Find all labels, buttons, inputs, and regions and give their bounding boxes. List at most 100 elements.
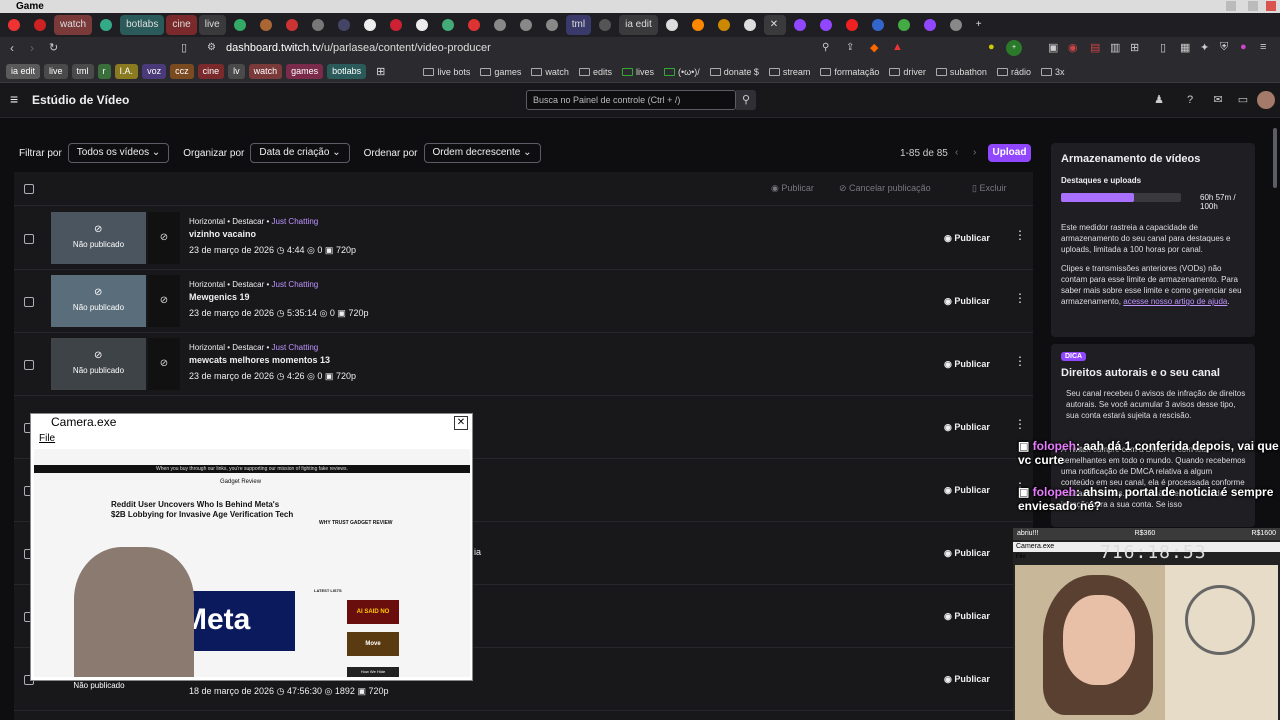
tab-icon-10[interactable] bbox=[384, 15, 408, 35]
publish-button[interactable]: ◉ Publicar bbox=[944, 417, 1002, 437]
tab-icon-17[interactable] bbox=[593, 15, 617, 35]
search-icon[interactable]: ⚲ bbox=[736, 90, 756, 110]
visibility-toggle-icon[interactable]: ⊘ bbox=[148, 338, 180, 390]
tab-icon-15[interactable] bbox=[514, 15, 538, 35]
help-icon[interactable]: ? bbox=[1183, 93, 1197, 107]
bookmark-chip[interactable]: lv bbox=[228, 64, 245, 79]
bookmark-icon[interactable]: ▯ bbox=[181, 41, 187, 54]
bookmark-chip[interactable]: voz bbox=[142, 64, 167, 79]
row-checkbox[interactable] bbox=[24, 360, 34, 370]
extension-icon-5[interactable]: ▤ bbox=[1090, 41, 1100, 54]
bookmark-chip[interactable]: botlabs bbox=[327, 64, 367, 79]
table-row[interactable]: ⊘ Não publicado ⊘ Horizontal • Destacar •… bbox=[14, 207, 1033, 270]
row-checkbox[interactable] bbox=[24, 297, 34, 307]
bookmark-chip[interactable]: live bbox=[44, 64, 68, 79]
publish-button[interactable]: ◉ Publicar bbox=[944, 543, 1002, 563]
tab-ia-edit[interactable]: ia edit bbox=[619, 15, 658, 35]
bookmark-chip[interactable]: ia edit bbox=[6, 64, 41, 79]
close-icon[interactable] bbox=[1266, 1, 1276, 11]
scrollbar[interactable] bbox=[1271, 118, 1279, 720]
category-link[interactable]: Just Chatting bbox=[272, 280, 319, 289]
tab-icon-3[interactable] bbox=[94, 15, 118, 35]
tab-icon-12[interactable] bbox=[436, 15, 460, 35]
rewards-icon[interactable]: ▲ bbox=[892, 41, 903, 53]
bulk-publish-button[interactable]: ◉ Publicar bbox=[771, 183, 814, 194]
order-select[interactable]: Ordem decrescente ⌄ bbox=[423, 143, 541, 163]
table-row[interactable]: ⊘ Não publicado ⊘ Horizontal • Destacar •… bbox=[14, 270, 1033, 333]
bookmark-folder[interactable]: driver bbox=[889, 67, 926, 77]
back-icon[interactable]: ‹ bbox=[10, 41, 14, 55]
more-options-icon[interactable]: ⋮ bbox=[1014, 228, 1026, 242]
maximize-icon[interactable] bbox=[1248, 1, 1258, 11]
bookmark-chip[interactable]: tml bbox=[71, 64, 94, 79]
file-menu[interactable]: File bbox=[39, 433, 55, 444]
close-icon[interactable]: ✕ bbox=[454, 416, 468, 430]
tab-icon-14[interactable] bbox=[488, 15, 512, 35]
publish-button[interactable]: ◉ Publicar bbox=[944, 291, 1002, 311]
extension-icon-9[interactable]: ✦ bbox=[1200, 41, 1209, 54]
bookmark-chip[interactable]: games bbox=[286, 64, 324, 79]
menu-icon[interactable]: ≡ bbox=[1260, 41, 1266, 53]
tab-icon-9[interactable] bbox=[358, 15, 382, 35]
minimize-icon[interactable] bbox=[1226, 1, 1236, 11]
select-all-checkbox[interactable] bbox=[24, 184, 34, 194]
search-input[interactable]: Busca no Painel de controle (Ctrl + /) bbox=[526, 90, 736, 110]
video-thumbnail[interactable]: ⊘ Não publicado bbox=[51, 338, 146, 390]
camera-window[interactable]: Camera.exe File ✕ When you buy through o… bbox=[30, 413, 473, 681]
reload-icon[interactable]: ↻ bbox=[49, 41, 58, 54]
tab-icon-19[interactable] bbox=[686, 15, 710, 35]
mail-icon[interactable]: ✉ bbox=[1211, 93, 1225, 107]
extension-icon-7[interactable]: ⊞ bbox=[1130, 41, 1139, 54]
bulk-delete-button[interactable]: ▯ Excluir bbox=[972, 183, 1006, 194]
category-link[interactable]: Just Chatting bbox=[272, 217, 319, 226]
site-info-icon[interactable]: ⚙ bbox=[207, 42, 216, 53]
tab-botlabs[interactable]: botlabs bbox=[120, 15, 165, 35]
sidebar-icon[interactable]: ▯ bbox=[1160, 41, 1166, 54]
prev-page-icon[interactable]: ‹ bbox=[955, 147, 958, 158]
bookmark-folder[interactable]: 3x bbox=[1040, 67, 1064, 77]
more-options-icon[interactable]: ⋮ bbox=[1014, 354, 1026, 368]
more-options-icon[interactable]: ⋮ bbox=[1014, 291, 1026, 305]
video-title[interactable]: mewcats melhores momentos 13 bbox=[189, 355, 330, 365]
bookmark-folder[interactable]: watch bbox=[531, 67, 569, 77]
scrollbar-thumb[interactable] bbox=[1273, 128, 1277, 188]
video-title[interactable]: vizinho vacaino bbox=[189, 229, 256, 239]
forward-icon[interactable]: › bbox=[30, 41, 34, 55]
visibility-toggle-icon[interactable]: ⊘ bbox=[148, 212, 180, 264]
brave-shield-icon[interactable]: ◆ bbox=[870, 41, 878, 54]
video-thumbnail[interactable]: ⊘ Não publicado bbox=[51, 212, 146, 264]
video-title[interactable]: Mewgenics 19 bbox=[189, 292, 250, 302]
publish-button[interactable]: ◉ Publicar bbox=[944, 354, 1002, 374]
extension-icon-11[interactable]: ● bbox=[1240, 41, 1247, 53]
bookmark-chip[interactable]: cine bbox=[197, 64, 225, 79]
bookmark-folder[interactable]: edits bbox=[578, 67, 612, 77]
new-tab-icon[interactable]: + bbox=[970, 15, 992, 35]
bookmark-chip[interactable]: watch bbox=[248, 64, 283, 79]
more-options-icon[interactable]: ⋮ bbox=[1014, 417, 1026, 431]
help-article-link[interactable]: acesse nosso artigo de ajuda bbox=[1123, 297, 1227, 306]
bookmark-folder[interactable]: live bots bbox=[423, 67, 470, 77]
tab-cine[interactable]: cine bbox=[166, 15, 197, 35]
category-link[interactable]: Just Chatting bbox=[272, 343, 319, 352]
publish-button[interactable]: ◉ Publicar bbox=[944, 606, 1002, 626]
zoom-icon[interactable]: ⚲ bbox=[822, 42, 829, 53]
avatar[interactable] bbox=[1257, 91, 1275, 109]
tab-live[interactable]: live bbox=[198, 15, 226, 35]
tab-icon-8[interactable] bbox=[332, 15, 356, 35]
tab-icon-2[interactable] bbox=[28, 15, 52, 35]
tab-icon-18[interactable] bbox=[660, 15, 684, 35]
publish-button[interactable]: ◉ Publicar bbox=[944, 480, 1002, 500]
apps-grid-icon[interactable]: ⊞ bbox=[376, 65, 385, 78]
upload-button[interactable]: Upload bbox=[988, 144, 1031, 162]
tab-icon-11[interactable] bbox=[410, 15, 434, 35]
tab-icon-28[interactable] bbox=[944, 15, 968, 35]
filter-select[interactable]: Todos os vídeos ⌄ bbox=[67, 143, 170, 163]
url-field[interactable]: dashboard.twitch.tv/u/parlasea/content/v… bbox=[226, 42, 491, 54]
extension-icon-1[interactable]: ● bbox=[988, 41, 995, 53]
tab-icon-7[interactable] bbox=[306, 15, 330, 35]
tab-active[interactable]: ✕ bbox=[763, 15, 786, 35]
organize-select[interactable]: Data de criação ⌄ bbox=[250, 143, 350, 163]
extension-icon-6[interactable]: ▥ bbox=[1110, 41, 1120, 54]
tab-icon-20[interactable] bbox=[712, 15, 736, 35]
tab-icon-24[interactable] bbox=[840, 15, 864, 35]
